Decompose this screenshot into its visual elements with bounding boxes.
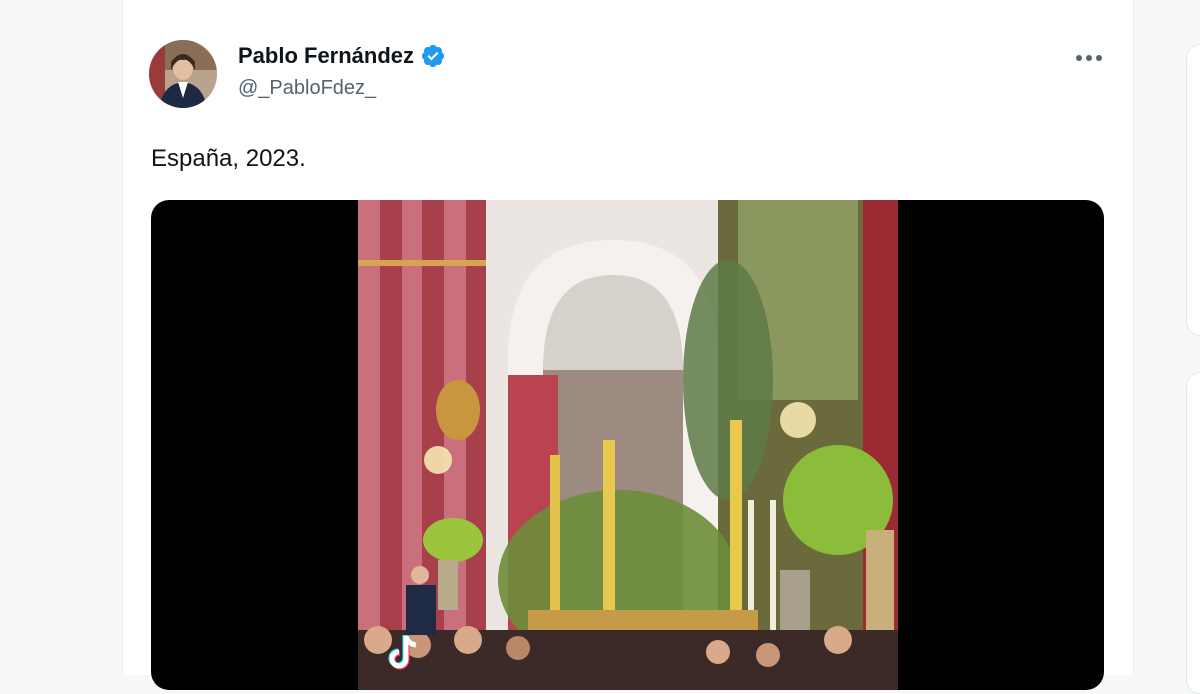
sidebar-widget[interactable]: [1186, 44, 1200, 336]
author-block[interactable]: Pablo Fernández @_PabloFdez_: [238, 43, 446, 100]
display-name[interactable]: Pablo Fernández: [238, 43, 414, 69]
handle[interactable]: @_PabloFdez_: [238, 77, 446, 100]
more-horizontal-icon: [1076, 55, 1102, 61]
avatar[interactable]: [149, 40, 217, 108]
left-background: [0, 0, 122, 675]
video-frame[interactable]: [358, 200, 898, 690]
verified-badge-icon: [421, 44, 445, 68]
sidebar-widget-2[interactable]: [1186, 372, 1200, 694]
procession-altar-image: [358, 200, 898, 690]
more-options-button[interactable]: [1072, 44, 1106, 72]
tweet-text: España, 2023.: [151, 145, 306, 172]
tiktok-logo-icon: [386, 632, 422, 677]
profile-photo-icon: [149, 40, 217, 108]
video-player[interactable]: [151, 200, 1104, 690]
